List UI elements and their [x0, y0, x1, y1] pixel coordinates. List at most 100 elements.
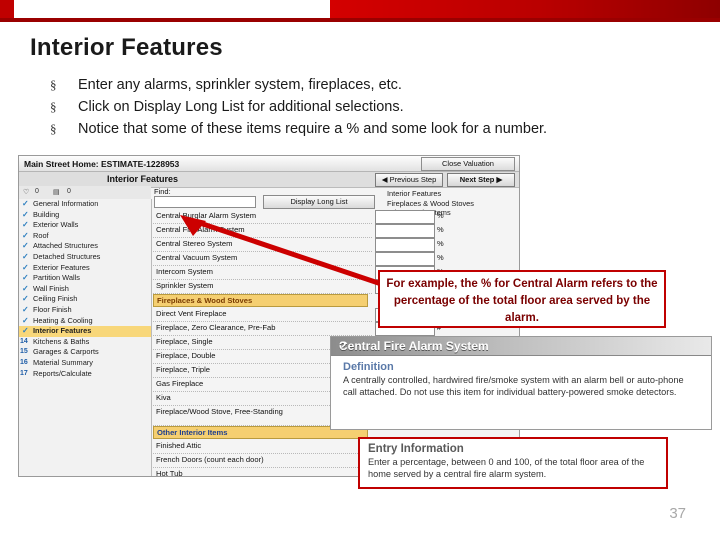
help-icon[interactable]: ? [339, 339, 707, 353]
sidebar-item-heating-and-cooling[interactable]: ✓ Heating & Cooling [19, 316, 151, 327]
sidebar-item-exterior-features[interactable]: ✓ Exterior Features [19, 263, 151, 274]
callout-box: For example, the % for Central Alarm ref… [378, 270, 666, 328]
sidebar-item-label: Heating & Cooling [33, 315, 93, 325]
sidebar-item-label: Partition Walls [33, 273, 80, 283]
row-input[interactable] [375, 210, 435, 224]
check-icon: ✓ [22, 273, 29, 283]
check-icon: ✓ [22, 230, 29, 240]
sidebar-item-exterior-walls[interactable]: ✓ Exterior Walls [19, 220, 151, 231]
entry-information-panel: Entry Information Enter a percentage, be… [358, 437, 668, 489]
sidebar-item-label: Kitchens & Baths [33, 336, 90, 346]
next-step-button[interactable]: Next Step ▶ [447, 173, 515, 187]
sidebar-item-roof[interactable]: ✓ Roof [19, 231, 151, 242]
find-label: Find: [154, 187, 171, 196]
sidebar-item-number: 15 [20, 348, 28, 356]
table-row: Central Vacuum System % [153, 252, 513, 266]
sidebar-item-label: Detached Structures [33, 251, 101, 261]
row-unit: % [437, 253, 444, 262]
sidebar-item-label: Exterior Features [33, 262, 90, 272]
check-icon: ✓ [22, 241, 29, 251]
row-unit: % [437, 211, 444, 220]
slide-top-banner [0, 0, 720, 22]
sidebar-item-material-summary[interactable]: 16 Material Summary [19, 358, 151, 369]
sidebar-item-label: General Information [33, 199, 99, 208]
row-divider [153, 293, 372, 294]
entry-information-body: Enter a percentage, between 0 and 100, o… [368, 457, 645, 479]
toolbar-strip: ♡ 0 ▤ 0 [19, 186, 151, 200]
row-label: Central Burglar Alarm System [156, 211, 257, 220]
sidebar-nav: ✓ General Information ✓ Building ✓ Exterior… [19, 199, 152, 476]
row-label: French Doors (count each door) [156, 455, 264, 464]
sidebar-item-label: Ceiling Finish [33, 294, 78, 304]
previous-step-button[interactable]: ◀ Previous Step [375, 173, 443, 187]
toolbar-count-1: 0 [35, 188, 39, 195]
table-row: Central Stereo System % [153, 238, 513, 252]
sidebar-item-ceiling-finish[interactable]: ✓ Ceiling Finish [19, 294, 151, 305]
row-unit: % [437, 239, 444, 248]
page-title: Interior Features [30, 34, 223, 61]
bullet-text: Enter any alarms, sprinkler system, fire… [78, 77, 402, 93]
close-valuation-button[interactable]: Close Valuation [421, 157, 515, 171]
sidebar-item-label: Garages & Carports [33, 347, 99, 357]
list-item: § Notice that some of these items requir… [50, 120, 690, 139]
sidebar-item-general-information[interactable]: ✓ General Information [19, 199, 151, 210]
row-input[interactable] [375, 224, 435, 238]
check-icon: ✓ [22, 283, 29, 293]
row-input[interactable] [375, 238, 435, 252]
row-label: Fireplace, Triple [156, 365, 211, 374]
sidebar-item-reports-calculate[interactable]: 17 Reports/Calculate [19, 369, 151, 380]
row-unit: % [437, 225, 444, 234]
row-input[interactable] [375, 252, 435, 266]
check-icon: ✓ [22, 315, 29, 325]
sidebar-item-attached-structures[interactable]: ✓ Attached Structures [19, 241, 151, 252]
sidebar-item-garages-and-carports[interactable]: 15 Garages & Carports [19, 347, 151, 358]
check-icon: ✓ [22, 262, 29, 272]
sidebar-item-number: 14 [20, 337, 28, 345]
toolbar-count-2: 0 [67, 188, 71, 195]
check-icon: ✓ [22, 304, 29, 314]
check-icon: ✓ [22, 199, 29, 208]
row-label: Central Stereo System [156, 239, 233, 248]
bullet-marker: § [50, 77, 57, 92]
table-row: Central Fire Alarm System % [153, 224, 513, 238]
sidebar-item-detached-structures[interactable]: ✓ Detached Structures [19, 252, 151, 263]
display-long-list-button[interactable]: Display Long List [263, 195, 375, 209]
sidebar-item-label: Building [33, 209, 60, 219]
sidebar-item-wall-finish[interactable]: ✓ Wall Finish [19, 284, 151, 295]
shortcut-fireplaces-wood-stoves[interactable]: Fireplaces & Wood Stoves [387, 199, 512, 209]
row-label: Finished Attic [156, 441, 202, 450]
shield-icon[interactable]: ♡ [23, 188, 29, 196]
app-title: Main Street Home: ESTIMATE-1228953 [24, 159, 180, 169]
row-label: Gas Fireplace [156, 379, 204, 388]
find-row: Find: Display Long List [153, 186, 383, 209]
check-icon: ✓ [22, 294, 29, 304]
page-number: 37 [669, 505, 686, 522]
sidebar-item-label: Exterior Walls [33, 220, 79, 230]
row-label: Kiva [156, 393, 171, 402]
find-input[interactable] [154, 196, 256, 208]
row-label: Fireplace, Single [156, 337, 213, 346]
sidebar-item-interior-features[interactable]: ✓ Interior Features [19, 326, 151, 337]
sidebar-item-floor-finish[interactable]: ✓ Floor Finish [19, 305, 151, 316]
sidebar-item-label: Reports/Calculate [33, 368, 92, 378]
row-label: Intercom System [156, 267, 213, 276]
sidebar-item-kitchens-and-baths[interactable]: 14 Kitchens & Baths [19, 337, 151, 348]
list-item: § Click on Display Long List for additio… [50, 98, 690, 117]
check-icon: ✓ [22, 209, 29, 219]
sidebar-item-building[interactable]: ✓ Building [19, 210, 151, 221]
panel-title: Interior Features [107, 174, 179, 184]
list-icon[interactable]: ▤ [53, 188, 60, 196]
sidebar-item-number: 17 [20, 369, 28, 377]
sidebar-item-label: Roof [33, 230, 49, 240]
section-header-fireplaces: Fireplaces & Wood Stoves [153, 294, 368, 307]
sidebar-item-label: Wall Finish [33, 283, 69, 293]
list-item: § Enter any alarms, sprinkler system, fi… [50, 76, 690, 95]
shortcut-interior-features[interactable]: Interior Features [387, 189, 512, 199]
definition-heading: Definition [343, 361, 394, 373]
row-label: Fireplace, Zero Clearance, Pre-Fab [156, 323, 276, 332]
sidebar-item-partition-walls[interactable]: ✓ Partition Walls [19, 273, 151, 284]
row-label: Hot Tub [156, 469, 183, 477]
row-label: Fireplace, Double [156, 351, 216, 360]
bullet-text: Notice that some of these items require … [78, 121, 548, 137]
bullet-marker: § [50, 99, 57, 114]
